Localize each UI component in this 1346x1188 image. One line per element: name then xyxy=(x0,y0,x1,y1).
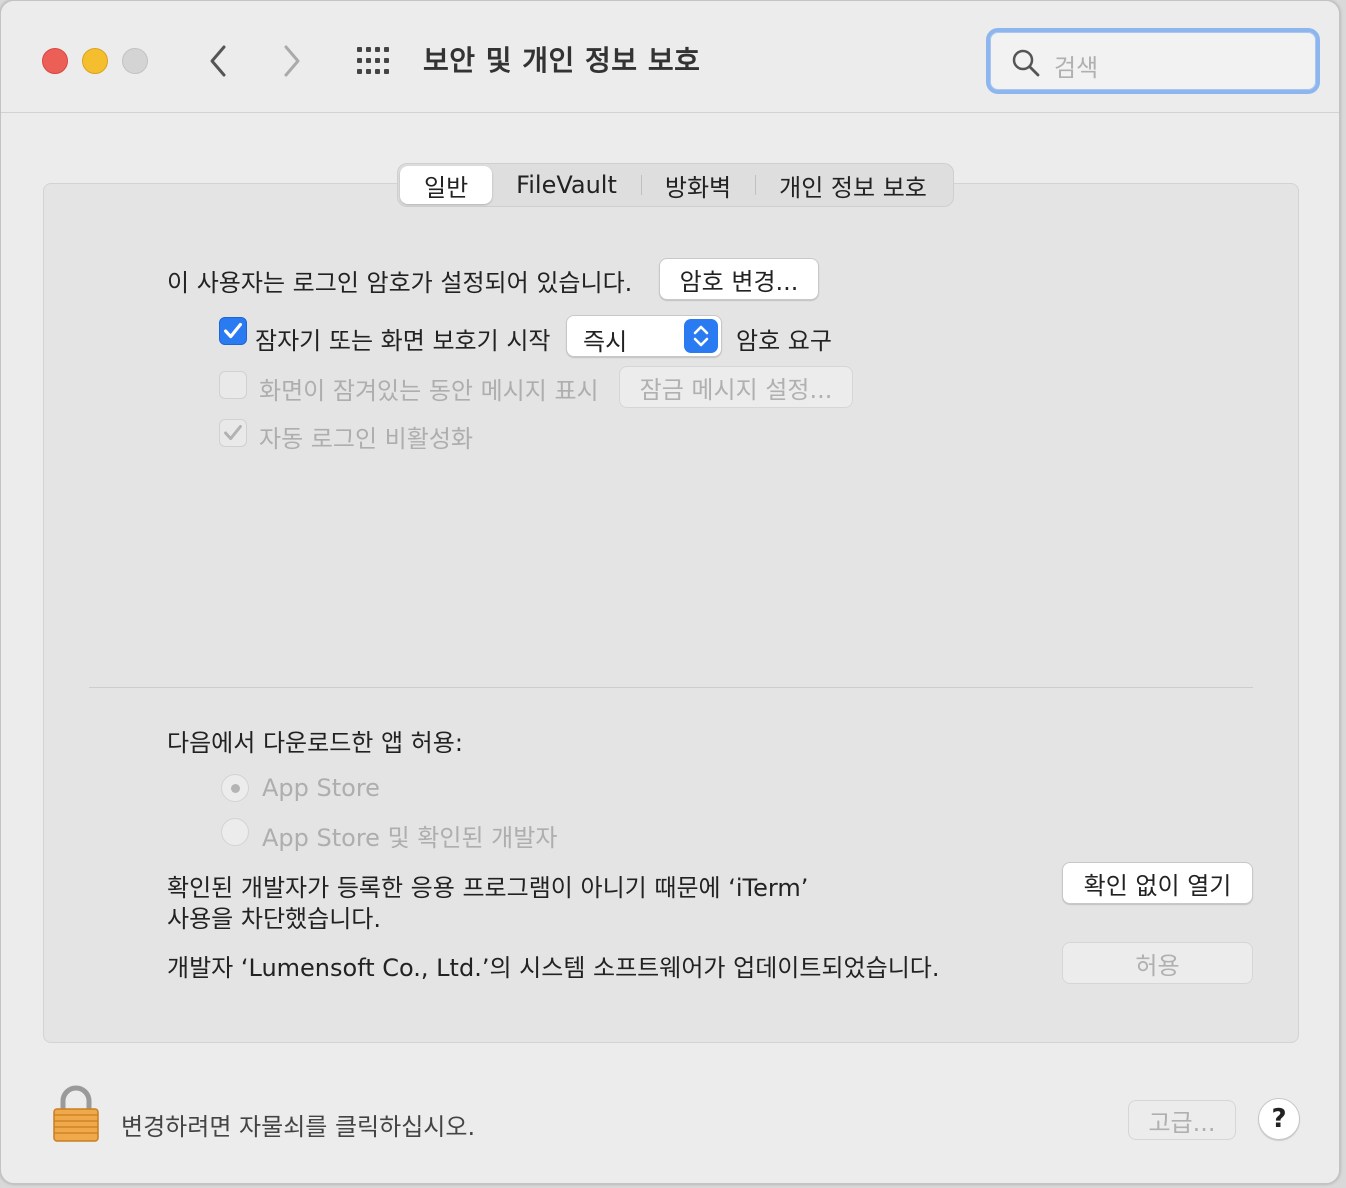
tab-general[interactable]: 일반 xyxy=(400,166,493,204)
show-message-checkbox[interactable] xyxy=(219,371,247,399)
change-password-button[interactable]: 암호 변경... xyxy=(659,258,819,300)
search-placeholder: 검색 xyxy=(1054,54,1099,82)
open-anyway-button[interactable]: 확인 없이 열기 xyxy=(1062,862,1253,904)
password-status-text: 이 사용자는 로그인 암호가 설정되어 있습니다. xyxy=(167,269,633,297)
radio-app-store-label: App Store xyxy=(262,774,380,802)
radio-identified-developers[interactable] xyxy=(221,818,249,846)
tab-filevault[interactable]: FileVault xyxy=(492,166,641,204)
radio-app-store[interactable] xyxy=(221,774,249,802)
blocked-app-text-line1: 확인된 개발자가 등록한 응용 프로그램이 아니기 때문에 ‘iTerm’ xyxy=(167,874,809,902)
require-password-checkbox[interactable] xyxy=(219,317,247,345)
close-button[interactable] xyxy=(42,48,68,74)
back-icon[interactable] xyxy=(203,41,233,81)
search-field[interactable]: 검색 xyxy=(986,28,1320,94)
minimize-button[interactable] xyxy=(82,48,108,74)
show-all-grid-icon[interactable] xyxy=(355,45,395,77)
window-title: 보안 및 개인 정보 보호 xyxy=(423,44,701,77)
allow-apps-heading: 다음에서 다운로드한 앱 허용: xyxy=(167,729,463,757)
popup-arrows-icon xyxy=(684,319,718,353)
password-delay-popup[interactable]: 즉시 xyxy=(566,315,722,357)
title-bar: 보안 및 개인 정보 보호 검색 xyxy=(1,1,1339,113)
lock-icon[interactable] xyxy=(51,1083,101,1143)
section-divider xyxy=(89,687,1253,688)
radio-identified-label: App Store 및 확인된 개발자 xyxy=(262,824,558,852)
checkmark-icon xyxy=(224,425,242,441)
help-button[interactable]: ? xyxy=(1258,1098,1300,1140)
show-message-label: 화면이 잠겨있는 동안 메시지 표시 xyxy=(259,377,599,405)
require-password-suffix: 암호 요구 xyxy=(736,327,832,355)
advanced-button[interactable]: 고급... xyxy=(1128,1100,1236,1140)
tab-firewall[interactable]: 방화벽 xyxy=(640,166,755,204)
forward-icon[interactable] xyxy=(277,41,307,81)
password-delay-value: 즉시 xyxy=(583,328,628,356)
tab-privacy[interactable]: 개인 정보 보호 xyxy=(755,166,951,204)
disable-autologin-checkbox[interactable] xyxy=(219,419,247,447)
disable-autologin-label: 자동 로그인 비활성화 xyxy=(259,425,473,453)
lock-hint-text: 변경하려면 자물쇠를 클릭하십시오. xyxy=(121,1113,476,1141)
require-password-label: 잠자기 또는 화면 보호기 시작 xyxy=(255,327,551,355)
search-icon xyxy=(1012,49,1040,77)
allow-button[interactable]: 허용 xyxy=(1062,942,1253,984)
checkmark-icon xyxy=(223,322,243,339)
tab-bar: 일반 FileVault 방화벽 개인 정보 보호 xyxy=(397,163,954,207)
preferences-window: 보안 및 개인 정보 보호 검색 일반 FileVault 방화벽 개인 정보 … xyxy=(0,0,1340,1184)
set-lock-message-button[interactable]: 잠금 메시지 설정... xyxy=(619,366,853,408)
blocked-app-text-line2: 사용을 차단했습니다. xyxy=(167,905,381,933)
zoom-button[interactable] xyxy=(122,48,148,74)
system-software-text: 개발자 ‘Lumensoft Co., Ltd.’의 시스템 소프트웨어가 업데… xyxy=(167,954,940,982)
